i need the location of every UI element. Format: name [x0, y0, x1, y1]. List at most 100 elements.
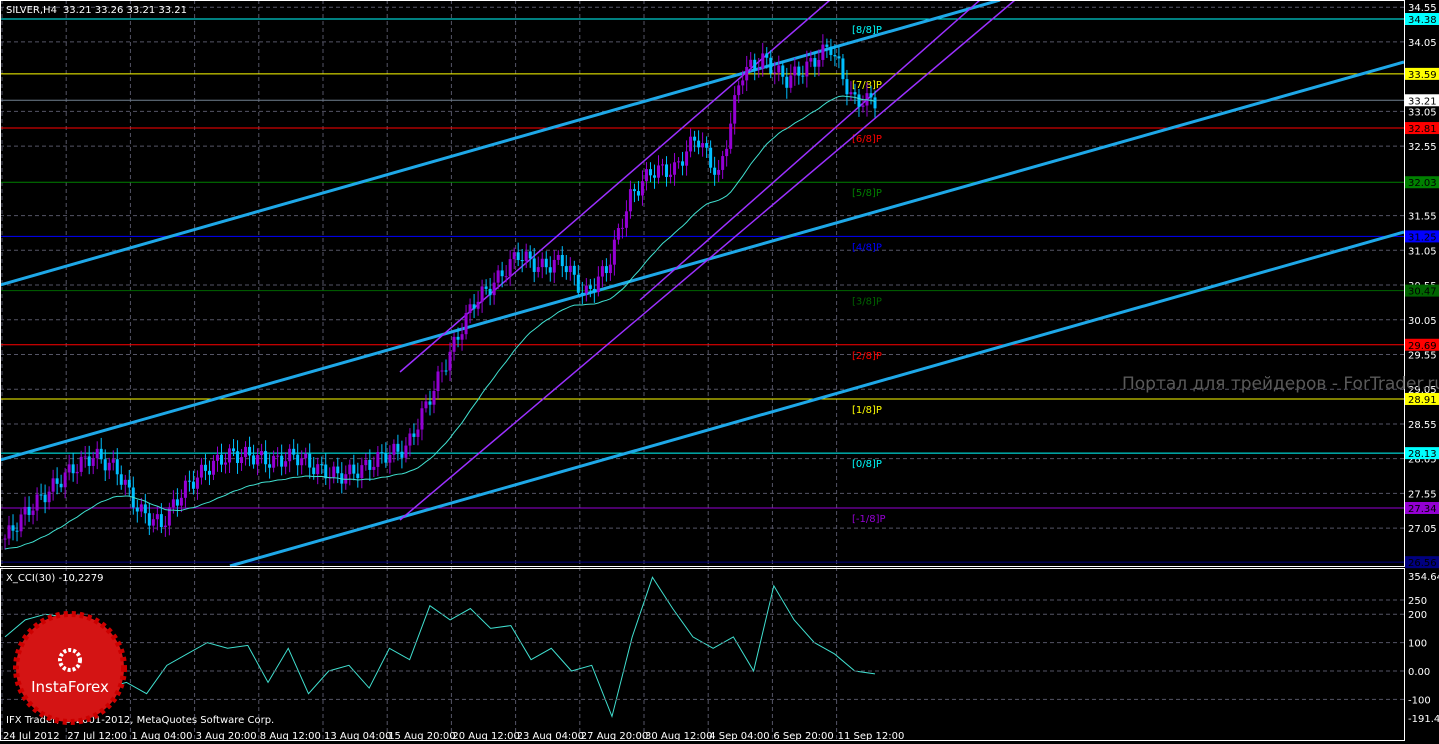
candle-body — [785, 76, 789, 88]
candle-body — [416, 429, 420, 437]
candle-body — [219, 454, 223, 465]
time-tick-label: 23 Aug 04:00 — [517, 731, 584, 742]
candle-body — [288, 448, 292, 462]
price-tick-label: 27.05 — [1408, 524, 1437, 535]
time-tick-label: 13 Aug 04:00 — [324, 731, 391, 742]
ohlc-values: 33.21 33.26 33.21 33.21 — [63, 5, 187, 16]
moving-average-line — [4, 95, 876, 550]
candle-body — [348, 464, 352, 475]
candle-body — [564, 266, 568, 273]
candle-body — [59, 483, 63, 488]
cci-tick-label: 200 — [1408, 610, 1427, 621]
symbol-label: SILVER,H4 — [6, 5, 57, 16]
candle-body — [316, 464, 320, 475]
candle-body — [312, 467, 316, 475]
candle-body — [556, 254, 560, 260]
candle-body — [75, 471, 79, 474]
time-tick-label: 1 Aug 04:00 — [131, 731, 192, 742]
time-tick-label: 27 Aug 20:00 — [581, 731, 648, 742]
candle-body — [420, 408, 424, 430]
price-tick-label: 29.55 — [1408, 350, 1437, 361]
candle-body — [729, 123, 733, 149]
candle-body — [159, 514, 163, 528]
price-level-label: 28.91 — [1408, 395, 1437, 406]
logo-text: InstaForex — [31, 678, 109, 696]
candle-body — [644, 169, 648, 182]
candle-body — [83, 456, 87, 458]
candle-body — [336, 466, 340, 474]
candle-body — [552, 259, 556, 273]
candle-body — [199, 464, 203, 478]
candle-body — [520, 259, 524, 262]
candle-body — [460, 334, 464, 340]
candle-body — [248, 446, 252, 456]
candle-body — [392, 443, 396, 455]
candle-body — [568, 265, 572, 273]
candle-body — [697, 140, 701, 148]
candle-body — [777, 65, 781, 73]
candle-body — [624, 211, 628, 228]
cci-line — [4, 576, 876, 719]
candle-body — [737, 85, 741, 96]
candle-body — [244, 446, 248, 458]
candle-body — [240, 457, 244, 464]
price-chart[interactable]: [8/8]P[7/8]P[6/8]P[5/8]P[4/8]P[3/8]P[2/8… — [0, 0, 1439, 744]
candle-body — [256, 455, 260, 465]
candle-body — [260, 451, 264, 456]
candle-body — [801, 75, 805, 77]
time-tick-label: 30 Aug 12:00 — [645, 731, 712, 742]
candle-body — [640, 181, 644, 196]
cci-min-label: -191.490 — [1408, 714, 1439, 725]
candle-body — [151, 519, 155, 526]
candle-body — [91, 458, 95, 466]
candle-body — [500, 270, 504, 277]
murrey-level-label: [2/8]P — [852, 351, 882, 362]
murrey-level-label: [6/8]P — [852, 134, 882, 145]
candle-body — [187, 480, 191, 482]
candle-body — [536, 267, 540, 272]
candle-body — [179, 497, 183, 506]
candle-body — [292, 448, 296, 455]
candle-body — [604, 266, 608, 274]
candle-body — [356, 473, 360, 479]
cci-tick-label: 100 — [1408, 639, 1427, 650]
candle-body — [488, 288, 492, 296]
candle-body — [440, 370, 444, 372]
candle-body — [428, 401, 432, 405]
candle-body — [829, 46, 833, 55]
candle-body — [436, 371, 440, 391]
candle-body — [123, 479, 127, 485]
time-tick-label: 8 Aug 12:00 — [260, 731, 321, 742]
candle-body — [825, 44, 829, 47]
candle-body — [496, 270, 500, 283]
candle-body — [39, 494, 43, 496]
candle-body — [508, 259, 512, 277]
price-tick-label: 34.55 — [1408, 3, 1437, 14]
candle-body — [175, 499, 179, 506]
time-tick-label: 24 Jul 2012 — [3, 731, 60, 742]
candle-body — [773, 72, 777, 74]
candle-body — [524, 251, 528, 262]
candle-body — [845, 79, 849, 95]
price-tick-label: 32.55 — [1408, 142, 1437, 153]
candle-body — [693, 136, 697, 141]
murrey-level-label: [0/8]P — [852, 459, 882, 470]
candle-body — [456, 336, 460, 340]
cci-tick-label: -100 — [1408, 695, 1431, 706]
candle-body — [721, 156, 725, 170]
trend-channel-line — [0, 0, 1001, 287]
candle-body — [388, 454, 392, 463]
price-tick-label: 33.05 — [1408, 107, 1437, 118]
candle-body — [444, 370, 448, 372]
candle-body — [628, 189, 632, 212]
price-tick-label: 30.05 — [1408, 316, 1437, 327]
candle-body — [296, 454, 300, 466]
instaforex-logo: InstaForex — [13, 611, 127, 725]
candle-body — [869, 93, 873, 98]
time-tick-label: 11 Sep 12:00 — [838, 731, 905, 742]
candle-body — [215, 454, 219, 461]
candle-body — [19, 514, 23, 532]
candle-body — [464, 313, 468, 335]
candle-body — [665, 164, 669, 177]
candle-body — [580, 292, 584, 294]
